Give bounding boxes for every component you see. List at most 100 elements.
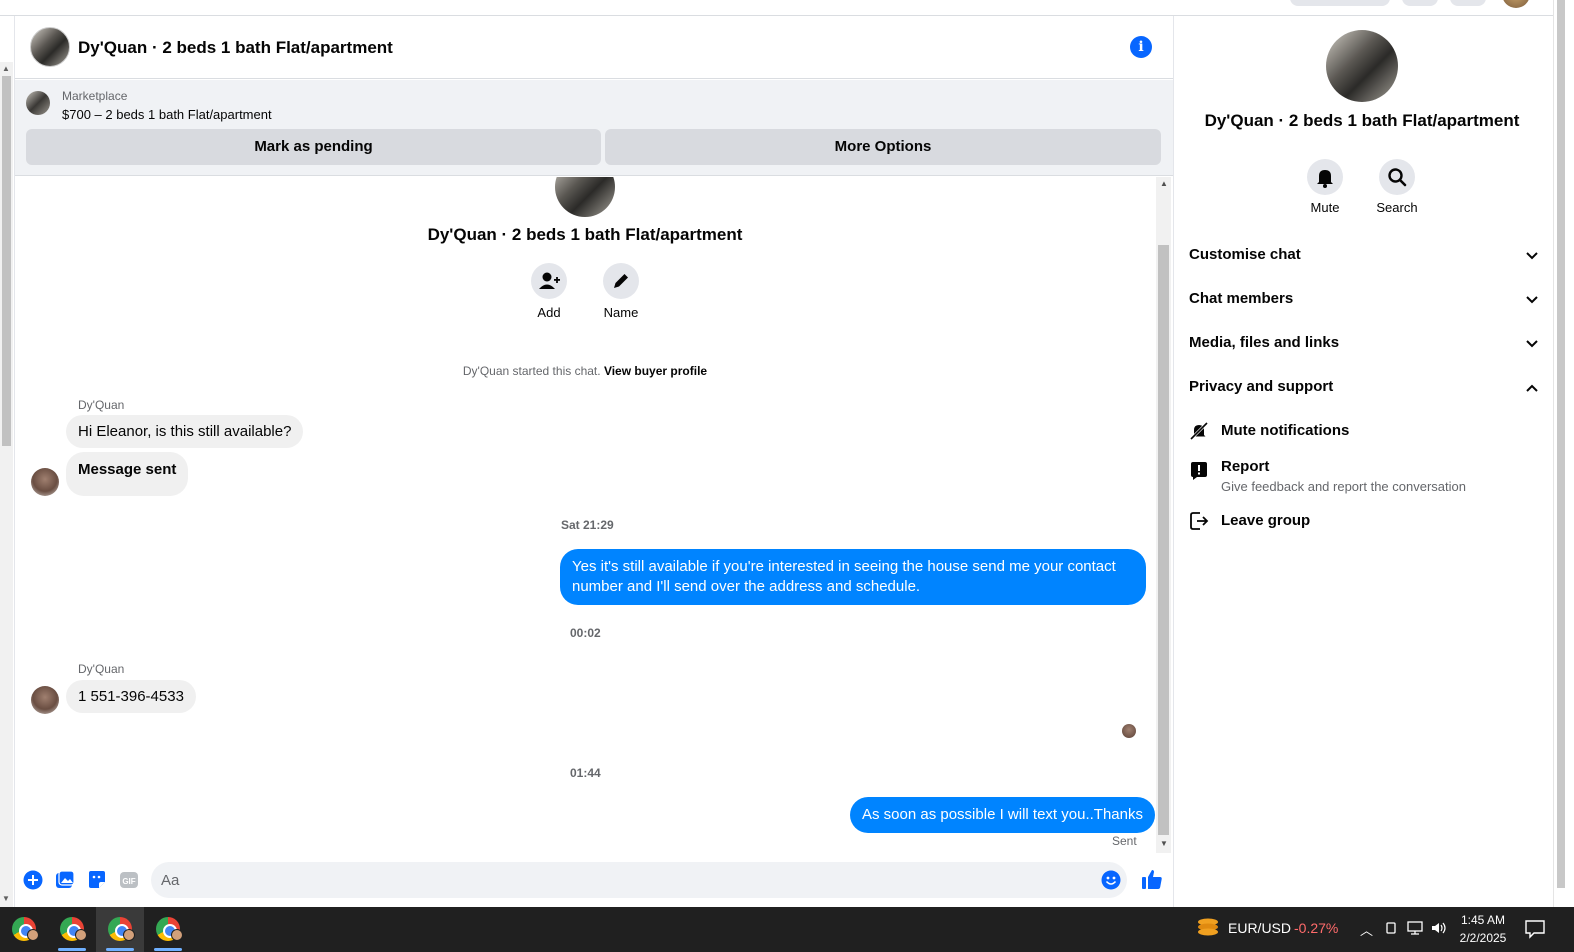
device-icon[interactable] (1384, 920, 1398, 936)
mute-button[interactable] (1307, 159, 1343, 195)
scrollbar-thumb[interactable] (2, 76, 11, 446)
bell-icon (1317, 170, 1333, 188)
name-label: Name (603, 305, 639, 320)
running-indicator (58, 948, 86, 951)
system-clock[interactable]: 1:45 AM 2/2/2025 (1452, 911, 1514, 947)
chat-title[interactable]: Dy'Quan · 2 beds 1 bath Flat/apartment (78, 38, 393, 58)
more-options-button[interactable]: More Options (605, 129, 1161, 165)
scrollbar-thumb[interactable] (1557, 0, 1565, 888)
marketplace-label: Marketplace (62, 89, 128, 103)
side-avatar[interactable] (1326, 30, 1398, 102)
message-input-container[interactable] (151, 862, 1127, 898)
emoji-icon[interactable] (1101, 870, 1121, 890)
room-name: Dy'Quan · 2 beds 1 bath Flat/apartment (427, 225, 743, 244)
read-receipt-avatar (1122, 724, 1136, 738)
outgoing-message[interactable]: Yes it's still available if you're inter… (560, 549, 1146, 605)
add-label: Add (537, 305, 561, 320)
taskbar-chrome-app[interactable] (48, 907, 96, 952)
message-status: Sent (1112, 834, 1137, 848)
info-icon[interactable]: i (1130, 36, 1152, 58)
chevron-down-icon (1526, 340, 1538, 348)
mute-notifications-option[interactable]: Mute notifications (1221, 422, 1349, 439)
svg-text:GIF: GIF (122, 877, 135, 886)
sender-name: Dy'Quan (78, 398, 125, 412)
profile-badge (123, 929, 135, 941)
plus-circle-icon[interactable] (23, 870, 43, 890)
sticker-icon[interactable] (87, 870, 107, 890)
chat-started-text: Dy'Quan started this chat. (462, 364, 601, 378)
chevron-up-icon[interactable]: ︿ (1360, 920, 1373, 939)
running-indicator (154, 948, 182, 951)
section-label: Chat members (1189, 290, 1294, 307)
side-title: Dy'Quan · 2 beds 1 bath Flat/apartment (1204, 111, 1520, 130)
view-buyer-profile-link[interactable]: View buyer profile (604, 364, 707, 378)
top-menu-button[interactable] (1402, 0, 1438, 6)
rename-button[interactable] (603, 263, 639, 299)
report-icon (1191, 462, 1207, 480)
message-input[interactable] (161, 862, 1081, 898)
section-chat-members[interactable]: Chat members (1189, 290, 1539, 312)
listing-title[interactable]: $700 – 2 beds 1 bath Flat/apartment (62, 107, 272, 122)
mute-label: Mute (1310, 200, 1340, 215)
outgoing-message[interactable]: As soon as possible I will text you..Tha… (850, 797, 1155, 833)
report-description: Give feedback and report the conversatio… (1221, 479, 1466, 494)
add-person-icon (539, 272, 560, 289)
coins-icon[interactable] (1196, 917, 1220, 939)
section-customise-chat[interactable]: Customise chat (1189, 246, 1539, 268)
message-sent-bubble[interactable]: Message sent (66, 452, 189, 496)
add-people-button[interactable] (531, 263, 567, 299)
incoming-message[interactable]: 1 551-396-4533 (66, 680, 196, 713)
gif-icon[interactable]: GIF (119, 870, 139, 890)
mark-as-pending-button[interactable]: Mark as pending (26, 129, 601, 165)
taskbar: EUR/USD -0.27% ︿ 1:45 AM 2/2/2025 (0, 907, 1574, 952)
profile-badge (27, 929, 39, 941)
report-option[interactable]: Report (1221, 458, 1269, 475)
taskbar-chrome-app-active[interactable] (96, 907, 144, 952)
buyer-avatar[interactable] (31, 468, 59, 496)
scroll-down-arrow-icon[interactable]: ▼ (1160, 839, 1168, 848)
section-label: Media, files and links (1189, 334, 1340, 351)
section-media-files-links[interactable]: Media, files and links (1189, 334, 1539, 356)
scroll-up-arrow-icon[interactable]: ▲ (1160, 179, 1168, 188)
scrollbar-thumb[interactable] (1158, 245, 1169, 835)
pencil-icon (614, 274, 628, 288)
room-avatar (555, 177, 615, 217)
thumbs-up-icon[interactable] (1141, 868, 1163, 890)
timestamp: Sat 21:29 (561, 518, 614, 532)
photo-icon[interactable] (55, 870, 75, 890)
search-icon (1388, 168, 1407, 187)
browser-top-strip (0, 0, 1556, 16)
top-notifications-button[interactable] (1450, 0, 1486, 6)
section-privacy-support[interactable]: Privacy and support (1189, 378, 1539, 400)
bell-off-icon (1189, 421, 1209, 441)
sender-name: Dy'Quan (78, 662, 125, 676)
taskbar-chrome-app[interactable] (144, 907, 192, 952)
ticker-change[interactable]: -0.27% (1294, 920, 1338, 936)
left-page-scrollbar[interactable]: ▲ ▼ (0, 62, 13, 907)
network-icon[interactable] (1406, 920, 1424, 936)
clock-date: 2/2/2025 (1459, 931, 1507, 945)
ticker-symbol[interactable]: EUR/USD (1228, 920, 1291, 936)
scroll-up-arrow-icon[interactable]: ▲ (2, 64, 10, 73)
volume-icon[interactable] (1430, 920, 1448, 936)
buyer-avatar[interactable] (31, 686, 59, 714)
search-button[interactable] (1379, 159, 1415, 195)
message-scrollbar[interactable]: ▲ ▼ (1156, 177, 1171, 853)
notifications-icon[interactable] (1524, 919, 1546, 939)
profile-badge (171, 929, 183, 941)
search-label: Search (1376, 200, 1418, 215)
chat-info-panel: Dy'Quan · 2 beds 1 bath Flat/apartment M… (1174, 16, 1553, 907)
scroll-down-arrow-icon[interactable]: ▼ (2, 894, 10, 903)
taskbar-chrome-app[interactable] (0, 907, 48, 952)
top-search-pill[interactable] (1290, 0, 1390, 6)
listing-thumbnail[interactable] (26, 91, 50, 115)
account-avatar[interactable] (1502, 0, 1530, 8)
timestamp: 00:02 (570, 626, 601, 640)
chat-avatar[interactable] (30, 27, 70, 67)
incoming-message[interactable]: Hi Eleanor, is this still available? (66, 415, 304, 448)
chevron-up-icon (1526, 384, 1538, 392)
leave-group-option[interactable]: Leave group (1221, 512, 1310, 529)
marketplace-banner: Marketplace $700 – 2 beds 1 bath Flat/ap… (15, 80, 1173, 176)
composer: GIF (15, 854, 1173, 906)
right-page-scrollbar[interactable] (1553, 0, 1574, 907)
